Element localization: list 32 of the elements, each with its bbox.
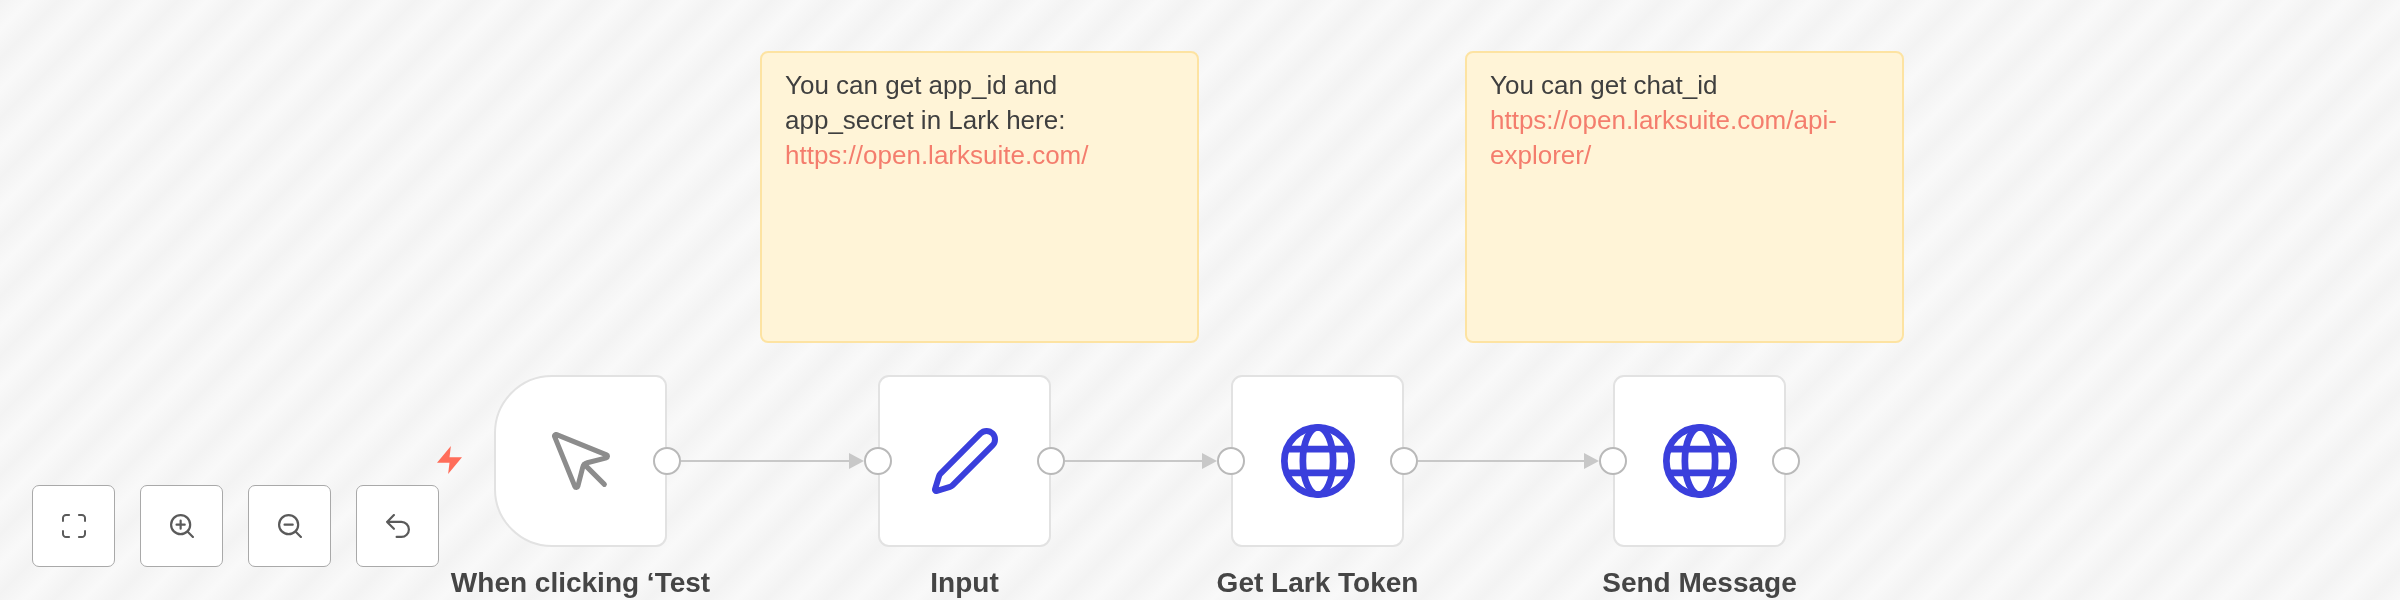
output-handle[interactable] <box>1037 447 1065 475</box>
input-handle[interactable] <box>864 447 892 475</box>
globe-icon <box>1662 424 1737 498</box>
output-handle[interactable] <box>1390 447 1418 475</box>
workflow-node[interactable] <box>878 375 1051 547</box>
reset-zoom-button[interactable] <box>356 485 439 567</box>
note-text: You can get chat_id <box>1490 69 1719 102</box>
input-handle[interactable] <box>1599 447 1627 475</box>
node-label: Get Lark Token <box>1216 567 1419 599</box>
workflow-node[interactable] <box>494 375 667 547</box>
undo-icon <box>385 514 410 538</box>
zoom-out-icon <box>277 514 302 538</box>
frame-corners-icon <box>61 514 86 538</box>
workflow-node[interactable] <box>1231 375 1404 547</box>
pencil-icon <box>931 428 998 494</box>
sticky-note[interactable]: You can get app_id and app_secret in Lark here: https://open.larksuite.com/ <box>760 51 1199 343</box>
fit-view-button[interactable] <box>32 485 115 567</box>
lightning-icon <box>437 446 462 474</box>
output-handle[interactable] <box>653 447 681 475</box>
node-label: Send Message <box>1602 567 1797 599</box>
zoom-in-button[interactable] <box>140 485 223 567</box>
zoom-in-icon <box>169 514 194 538</box>
globe-icon <box>1280 424 1355 498</box>
note-text: You can get app_id and app_secret in Lark here: <box>785 69 1067 137</box>
input-handle[interactable] <box>1217 447 1245 475</box>
sticky-note[interactable]: You can get chat_id https://open.larksuite.com/api-explorer/ <box>1465 51 1904 343</box>
workflow-node[interactable] <box>1613 375 1786 547</box>
node-label: When clicking ‘Test <box>450 567 711 599</box>
zoom-out-button[interactable] <box>248 485 331 567</box>
node-label: Input <box>930 567 999 599</box>
cursor-icon <box>551 432 610 490</box>
output-handle[interactable] <box>1772 447 1800 475</box>
